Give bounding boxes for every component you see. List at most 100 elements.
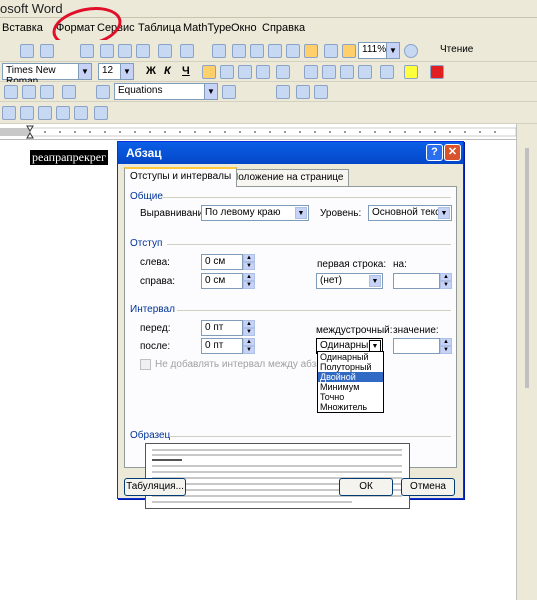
dropdown-field-icon[interactable] xyxy=(38,106,52,120)
justify-icon[interactable] xyxy=(256,65,270,79)
after-spinner[interactable]: ▲ ▼ xyxy=(243,338,255,354)
indent-right-input[interactable]: 0 см xyxy=(201,273,243,289)
ruler[interactable] xyxy=(0,124,537,140)
highlight-icon[interactable] xyxy=(404,65,418,79)
level-select[interactable]: Основной текст ▼ xyxy=(368,205,452,221)
align-center-icon[interactable] xyxy=(220,65,234,79)
drawing-icon[interactable] xyxy=(304,44,318,58)
before-input[interactable]: 0 пт xyxy=(201,320,243,336)
bullets-icon[interactable] xyxy=(322,65,336,79)
cut-icon[interactable] xyxy=(80,44,94,58)
style-forward-icon[interactable] xyxy=(222,85,236,99)
form-field-icon[interactable] xyxy=(2,106,16,120)
spacing-value-spinner[interactable]: ▲ ▼ xyxy=(440,338,452,354)
numbering-icon[interactable] xyxy=(304,65,318,79)
redo-icon[interactable] xyxy=(180,44,194,58)
hyperlink-icon[interactable] xyxy=(212,44,226,58)
decrease-indent-icon[interactable] xyxy=(340,65,354,79)
spin-up-icon[interactable]: ▲ xyxy=(243,338,255,346)
font-size-select[interactable]: 12 ▼ xyxy=(98,63,134,80)
line-spacing-option[interactable]: Полуторный xyxy=(318,362,383,372)
tab-indents-spacing[interactable]: Отступы и интервалы xyxy=(124,167,238,187)
menu-insert[interactable]: Вставка xyxy=(2,22,43,34)
checkbox-field-icon[interactable] xyxy=(20,106,34,120)
spin-down-icon[interactable]: ▼ xyxy=(243,346,255,354)
tab-line-page-breaks[interactable]: Положение на странице xyxy=(225,169,350,187)
equation-number-icon[interactable] xyxy=(40,85,54,99)
italic-button[interactable]: К xyxy=(164,65,171,77)
protect-form-icon[interactable] xyxy=(94,106,108,120)
indent-right-spinner[interactable]: ▲ ▼ xyxy=(243,273,255,289)
spin-up-icon[interactable]: ▲ xyxy=(440,273,452,281)
document-map-icon[interactable] xyxy=(324,44,338,58)
align-right-icon[interactable] xyxy=(238,65,252,79)
zoom-select[interactable]: 111% ▼ xyxy=(358,42,400,59)
alignment-select[interactable]: По левому краю ▼ xyxy=(201,205,309,221)
cancel-button[interactable]: Отмена xyxy=(401,478,455,496)
ok-button[interactable]: ОК xyxy=(339,478,393,496)
excel-icon[interactable] xyxy=(268,44,282,58)
align-left-icon[interactable] xyxy=(202,65,216,79)
scroll-thumb[interactable] xyxy=(525,148,529,388)
research-icon[interactable] xyxy=(40,44,54,58)
copy-icon[interactable] xyxy=(100,44,114,58)
frame-icon[interactable] xyxy=(276,85,290,99)
vertical-scrollbar[interactable] xyxy=(516,124,537,600)
equation-inline-icon[interactable] xyxy=(4,85,18,99)
no-space-checkbox[interactable] xyxy=(140,359,151,370)
menu-help[interactable]: Справка xyxy=(262,22,305,34)
spelling-icon[interactable] xyxy=(20,44,34,58)
increase-indent-icon[interactable] xyxy=(358,65,372,79)
equations-select[interactable]: Equations ▼ xyxy=(114,83,218,100)
dialog-titlebar[interactable]: Абзац ? ✕ xyxy=(118,142,463,164)
indent-left-input[interactable]: 0 см xyxy=(201,254,243,270)
undo-icon[interactable] xyxy=(158,44,172,58)
spin-up-icon[interactable]: ▲ xyxy=(243,320,255,328)
style-back-icon[interactable] xyxy=(96,85,110,99)
line-spacing-option[interactable]: Одинарный xyxy=(318,352,383,362)
spin-down-icon[interactable]: ▼ xyxy=(243,262,255,270)
spin-down-icon[interactable]: ▼ xyxy=(243,281,255,289)
help-button[interactable]: ? xyxy=(426,144,443,161)
format-painter-icon[interactable] xyxy=(136,44,150,58)
line-spacing-option[interactable]: Точно xyxy=(318,392,383,402)
after-input[interactable]: 0 пт xyxy=(201,338,243,354)
show-marks-icon[interactable] xyxy=(342,44,356,58)
align-objects-icon[interactable] xyxy=(296,85,310,99)
tabs-button[interactable]: Табуляция... xyxy=(124,478,186,496)
underline-button[interactable]: Ч xyxy=(182,65,190,77)
spin-up-icon[interactable]: ▲ xyxy=(243,273,255,281)
insert-table-icon[interactable] xyxy=(250,44,264,58)
font-select[interactable]: Times New Roman ▼ xyxy=(2,63,92,87)
font-color-icon[interactable] xyxy=(430,65,444,79)
shading-icon[interactable] xyxy=(74,106,88,120)
by-spinner[interactable]: ▲ ▼ xyxy=(440,273,452,289)
spin-down-icon[interactable]: ▼ xyxy=(243,328,255,336)
close-button[interactable]: ✕ xyxy=(444,144,461,161)
distribute-icon[interactable] xyxy=(314,85,328,99)
before-spinner[interactable]: ▲ ▼ xyxy=(243,320,255,336)
indent-left-spinner[interactable]: ▲ ▼ xyxy=(243,254,255,270)
bold-button[interactable]: Ж xyxy=(146,65,156,77)
help-icon[interactable] xyxy=(404,44,418,58)
spin-up-icon[interactable]: ▲ xyxy=(243,254,255,262)
line-spacing-option[interactable]: Минимум xyxy=(318,382,383,392)
by-input[interactable] xyxy=(393,273,440,289)
menu-mathtype[interactable]: MathType xyxy=(183,22,231,34)
columns-icon[interactable] xyxy=(286,44,300,58)
field-options-icon[interactable] xyxy=(56,106,70,120)
spin-up-icon[interactable]: ▲ xyxy=(440,338,452,346)
selected-document-text[interactable]: реапрапрекрег xyxy=(30,150,109,165)
line-spacing-icon[interactable] xyxy=(276,65,290,79)
menu-table[interactable]: Таблица xyxy=(138,22,181,34)
read-button[interactable]: Чтение xyxy=(440,44,473,55)
tables-icon[interactable] xyxy=(232,44,246,58)
menu-window[interactable]: Окно xyxy=(231,22,257,34)
spacing-value-input[interactable] xyxy=(393,338,440,354)
equation-browse-icon[interactable] xyxy=(62,85,76,99)
borders-icon[interactable] xyxy=(380,65,394,79)
equation-display-icon[interactable] xyxy=(22,85,36,99)
first-line-select[interactable]: (нет) ▼ xyxy=(316,273,383,289)
spin-down-icon[interactable]: ▼ xyxy=(440,281,452,289)
paste-icon[interactable] xyxy=(118,44,132,58)
